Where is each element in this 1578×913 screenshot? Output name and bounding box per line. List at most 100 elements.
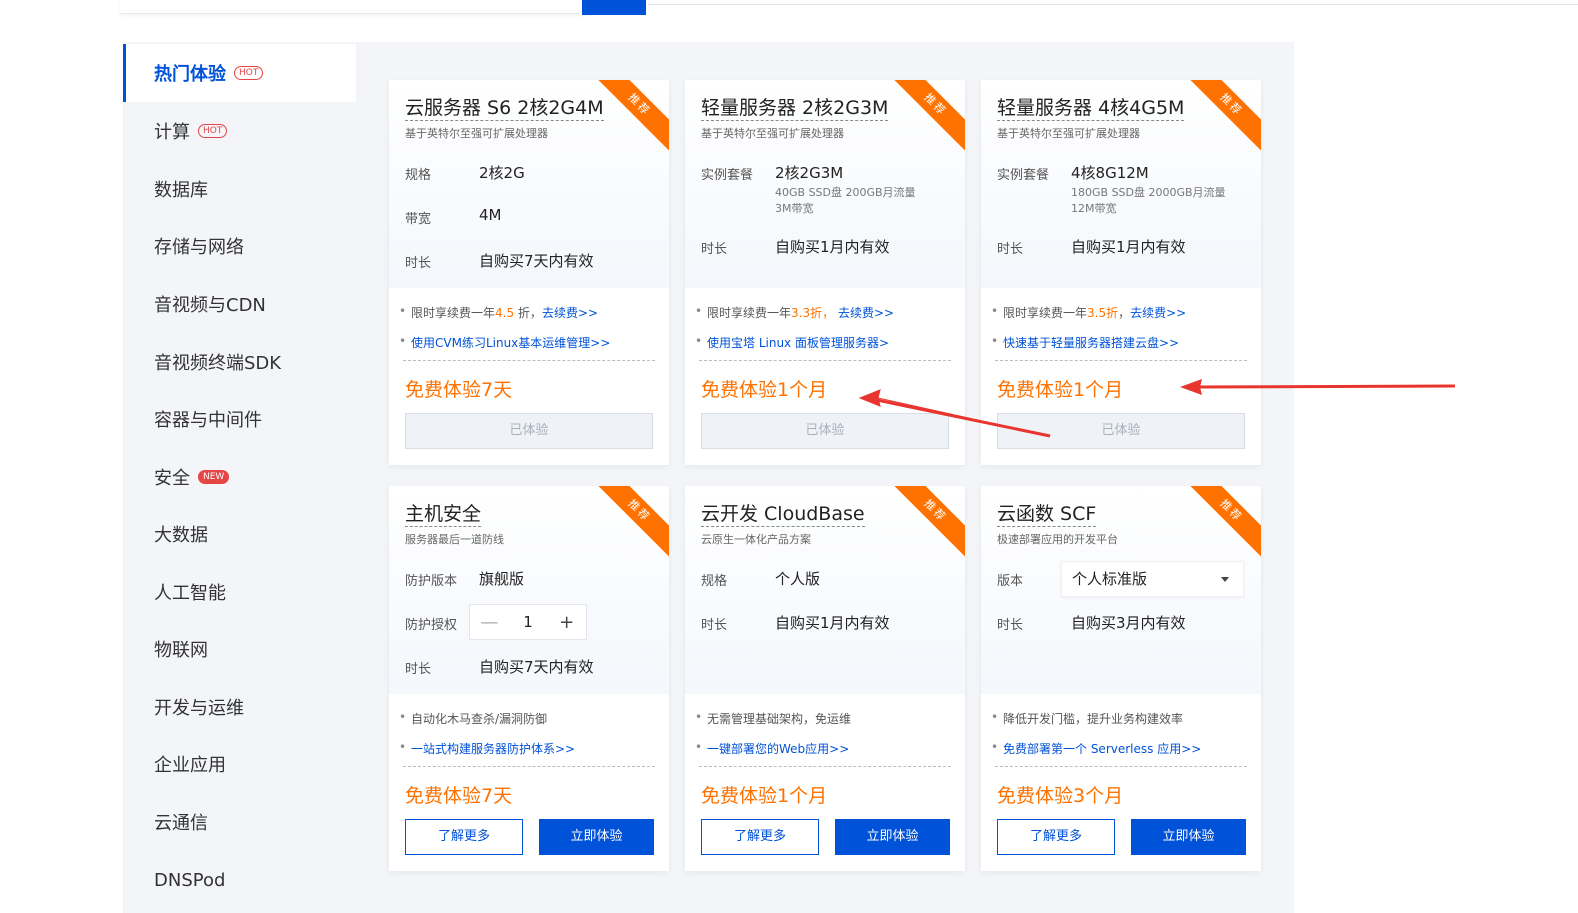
tutorial-link[interactable]: 免费部署第一个 Serverless 应用>> [1003,742,1201,756]
free-trial-price: 免费体验1个月 [701,785,828,807]
sidebar-item-dnspod[interactable]: DNSPod [123,851,358,909]
sidebar-item-label: DNSPod [154,869,226,891]
learn-more-button[interactable]: 了解更多 [997,819,1115,855]
promo-discount: 3.3折， [791,306,835,320]
sidebar-item-label: 云通信 [154,813,208,834]
spec-value: 个人版 [775,570,821,588]
tried-button[interactable]: 已体验 [997,413,1245,449]
try-now-button[interactable]: 立即体验 [539,819,654,855]
spec-label: 规格 [701,574,728,589]
new-badge: NEW [198,470,230,484]
version-select[interactable]: 个人标准版 [1061,561,1244,597]
promo-text: 限时享续费一年 [707,306,792,320]
hot-badge: HOT [234,66,264,80]
sidebar-item-ai[interactable]: 人工智能 [123,563,358,621]
search-button[interactable] [582,0,646,15]
dashed-divider [995,360,1247,361]
sidebar-item-label: 计算 [154,122,190,143]
tutorial-link[interactable]: 一键部署您的Web应用>> [707,742,849,756]
tutorial-link[interactable]: 使用宝塔 Linux 面板管理服务器> [707,336,889,350]
card-subtitle: 基于英特尔至强可扩展处理器 [997,127,1140,140]
sidebar-item-bigdata[interactable]: 大数据 [123,505,358,563]
renew-link[interactable]: 去续费>> [838,306,894,320]
promo-bullet: 限时享续费一年4.5 折，去续费>> [399,304,598,321]
dashed-divider [699,766,951,767]
learn-more-button[interactable]: 了解更多 [701,819,819,855]
spec-value: 旗舰版 [479,570,525,588]
sidebar-item-label: 容器与中间件 [154,410,262,431]
card-subtitle: 极速部署应用的开发平台 [997,533,1118,546]
product-card-cloudbase: 推荐 云开发 CloudBase 云原生一体化产品方案 规格 个人版 时长 自购… [685,486,965,871]
renew-link[interactable]: 去续费>> [1130,306,1186,320]
sidebar-item-devops[interactable]: 开发与运维 [123,678,358,736]
spec-value: 4M [479,206,502,224]
card-title[interactable]: 主机安全 [405,502,482,527]
sidebar-item-av-sdk[interactable]: 音视频终端SDK [123,333,358,391]
feature-bullet: 降低开发门槛，提升业务构建效率 [991,710,1183,727]
select-value: 个人标准版 [1072,570,1148,588]
spec-note: 3M带宽 [775,202,814,215]
try-now-button[interactable]: 立即体验 [1131,819,1246,855]
renew-link[interactable]: 去续费>> [542,306,598,320]
spec-label: 时长 [405,256,432,271]
card-title[interactable]: 轻量服务器 4核4G5M [997,96,1185,121]
increment-button[interactable]: + [547,612,586,633]
product-card-host-security: 推荐 主机安全 服务器最后一道防线 防护版本 旗舰版 防护授权 — 1 + 时长… [389,486,669,871]
tried-button[interactable]: 已体验 [405,413,653,449]
tutorial-link[interactable]: 快速基于轻量服务器搭建云盘>> [1003,336,1179,350]
sidebar-item-container[interactable]: 容器与中间件 [123,390,358,448]
sidebar-item-database[interactable]: 数据库 [123,160,358,218]
sidebar-item-iot[interactable]: 物联网 [123,620,358,678]
sidebar-item-cloud-comm[interactable]: 云通信 [123,793,358,851]
tutorial-link[interactable]: 一站式构建服务器防护体系>> [411,742,575,756]
decrement-button[interactable]: — [470,612,509,633]
sidebar-item-storage-network[interactable]: 存储与网络 [123,217,358,275]
sidebar-item-compute[interactable]: 计算 HOT [123,102,358,160]
product-grid: 推荐 云服务器 S6 2核2G4M 基于英特尔至强可扩展处理器 规格 2核2G … [358,42,1294,913]
promo-text: ， [1118,306,1131,320]
dashed-divider [699,360,951,361]
chevron-down-icon [1221,577,1229,582]
promo-discount: 4.5 [495,306,515,320]
top-bar [0,0,1578,16]
spec-value: 自购买7天内有效 [479,252,594,270]
feature-bullet: 无需管理基础架构，免运维 [695,710,851,727]
card-title[interactable]: 云开发 CloudBase [701,502,865,527]
sidebar-item-av-cdn[interactable]: 音视频与CDN [123,275,358,333]
sidebar-item-label: 企业应用 [154,755,226,776]
sidebar-item-label: 开发与运维 [154,698,244,719]
sidebar-item-label: 热门体验 [154,64,226,85]
promo-discount: 3.5折 [1087,306,1119,320]
free-trial-price: 免费体验1个月 [997,379,1124,401]
free-trial-price: 免费体验1个月 [701,379,828,401]
product-card-lighthouse-2c: 推荐 轻量服务器 2核2G3M 基于英特尔至强可扩展处理器 实例套餐 2核2G3… [685,80,965,465]
tutorial-bullet: 快速基于轻量服务器搭建云盘>> [991,334,1179,351]
spec-label: 时长 [997,618,1024,633]
sidebar-item-security[interactable]: 安全 NEW [123,448,358,506]
sidebar-item-hot[interactable]: 热门体验 HOT [123,44,356,102]
card-title[interactable]: 云服务器 S6 2核2G4M [405,96,604,121]
dashed-divider [403,360,655,361]
spec-note: 12M带宽 [1071,202,1117,215]
sidebar-item-enterprise[interactable]: 企业应用 [123,735,358,793]
card-title[interactable]: 轻量服务器 2核2G3M [701,96,889,121]
card-subtitle: 云原生一体化产品方案 [701,533,811,546]
promo-text: 限时享续费一年 [1003,306,1088,320]
search-input[interactable] [120,0,580,14]
tried-button[interactable]: 已体验 [701,413,949,449]
spec-value: 4核8G12M [1071,164,1149,182]
spec-label: 时长 [701,242,728,257]
quantity-value[interactable]: 1 [509,613,548,631]
spec-label: 时长 [997,242,1024,257]
card-title[interactable]: 云函数 SCF [997,502,1097,527]
card-subtitle: 基于英特尔至强可扩展处理器 [405,127,548,140]
spec-label: 防护版本 [405,574,458,589]
try-now-button[interactable]: 立即体验 [835,819,950,855]
divider [648,4,1578,5]
learn-more-button[interactable]: 了解更多 [405,819,523,855]
sidebar-item-label: 存储与网络 [154,237,244,258]
spec-label: 版本 [997,574,1024,589]
spec-label: 时长 [701,618,728,633]
tutorial-link[interactable]: 使用CVM练习Linux基本运维管理>> [411,336,610,350]
spec-label: 带宽 [405,212,432,227]
